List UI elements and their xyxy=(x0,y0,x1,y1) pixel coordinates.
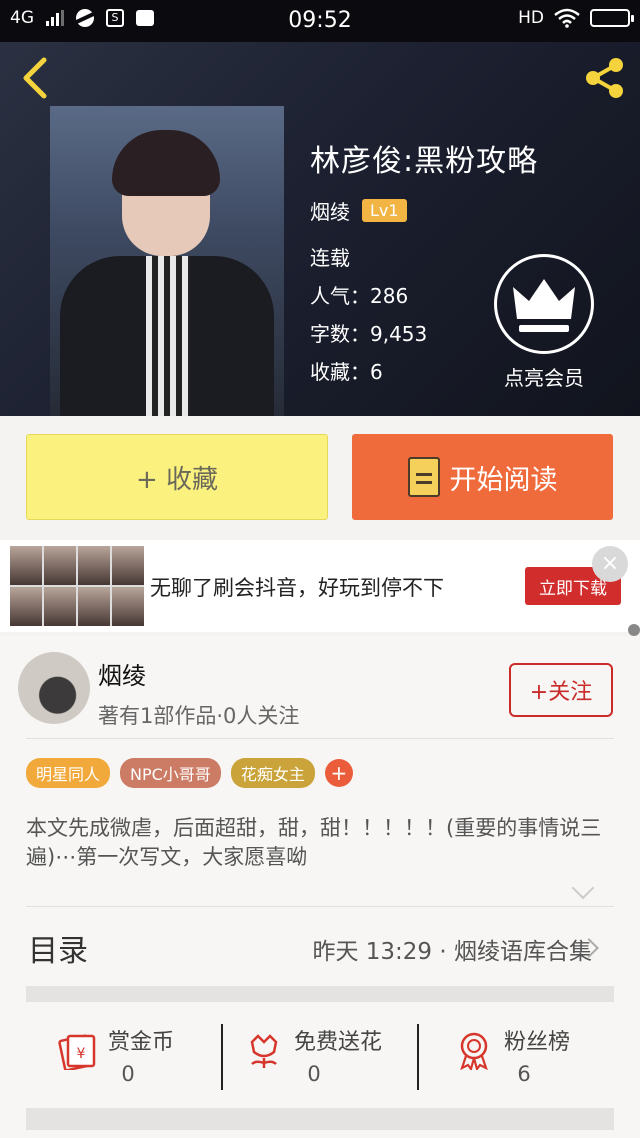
section-spacer xyxy=(26,986,614,1002)
author-line: 烟绫 Lv1 xyxy=(310,196,407,225)
cover-hair xyxy=(112,130,220,196)
book-description: 本文先成微虐，后面超甜，甜，甜！！！！！(重要的事情说三遍)⋯第一次写文，大家愿… xyxy=(26,816,602,869)
crown-icon xyxy=(513,279,575,332)
book-header: 林彦俊:黑粉攻略 烟绫 Lv1 连载 人气：286 字数：9,453 收藏：6 … xyxy=(0,42,640,416)
vip-label[interactable]: 点亮会员 xyxy=(482,362,606,391)
book-details: 烟绫 著有1部作品·0人关注 +关注 明星同人 NPC小哥哥 花痴女主 + 本文… xyxy=(0,636,640,1138)
toc-label[interactable]: 目录 xyxy=(28,926,88,970)
ad-banner[interactable]: 无聊了刷会抖音，好玩到停不下 立即下载 xyxy=(0,540,640,632)
start-reading-label: 开始阅读 xyxy=(449,464,558,496)
status-bar: 4G S 09:52 HD xyxy=(0,0,640,42)
word-count-stat: 字数：9,453 xyxy=(310,322,428,346)
book-icon xyxy=(407,457,440,497)
ad-thumbnail xyxy=(10,546,144,626)
vip-button[interactable] xyxy=(494,254,594,354)
add-tag-icon[interactable]: + xyxy=(324,759,353,787)
serial-status: 连载 xyxy=(310,246,350,270)
fan-ranking-value: 6 xyxy=(517,1062,531,1086)
favorite-button[interactable]: + 收藏 xyxy=(26,434,328,520)
reward-coins-value: 0 xyxy=(121,1062,135,1086)
start-reading-button[interactable]: 开始阅读 xyxy=(352,434,613,520)
reward-coins-label: 赏金币 xyxy=(108,1030,175,1055)
svg-text:¥: ¥ xyxy=(77,1046,86,1062)
divider xyxy=(221,1024,223,1090)
status-right: HD xyxy=(518,8,634,28)
divider xyxy=(417,1024,419,1090)
share-icon xyxy=(586,58,623,98)
ad-text: 无聊了刷会抖音，好玩到停不下 xyxy=(150,576,444,600)
popularity-stat: 人气：286 xyxy=(310,284,409,308)
send-flower-item[interactable]: 免费送花 0 xyxy=(244,1024,444,1094)
book-cover[interactable] xyxy=(50,106,284,416)
tag-item[interactable]: 明星同人 xyxy=(26,758,111,788)
wifi-icon xyxy=(554,8,580,28)
hd-indicator: HD xyxy=(518,8,544,28)
send-flower-value: 0 xyxy=(307,1062,321,1086)
cover-shirt xyxy=(146,256,190,416)
card-author-name[interactable]: 烟绫 xyxy=(98,656,146,691)
tag-item[interactable]: NPC小哥哥 xyxy=(120,758,221,788)
tag-item[interactable]: 花痴女主 xyxy=(230,758,315,788)
tag-list: 明星同人 NPC小哥哥 花痴女主 + xyxy=(26,758,353,788)
author-name[interactable]: 烟绫 xyxy=(310,196,350,225)
reward-coins-item[interactable]: ¥ 赏金币 0 xyxy=(58,1024,258,1094)
fan-ranking-label: 粉丝榜 xyxy=(504,1030,571,1055)
author-stats: 著有1部作品·0人关注 xyxy=(98,704,300,728)
fan-ranking-item[interactable]: 粉丝榜 6 xyxy=(454,1024,640,1094)
divider xyxy=(26,906,614,907)
send-flower-label: 免费送花 xyxy=(294,1030,383,1055)
level-badge: Lv1 xyxy=(362,199,407,222)
chevron-down-icon[interactable] xyxy=(571,876,595,900)
back-button[interactable] xyxy=(16,56,56,100)
avatar[interactable] xyxy=(18,652,90,724)
divider xyxy=(26,738,614,739)
share-button[interactable] xyxy=(582,56,628,100)
follow-button[interactable]: +关注 xyxy=(509,663,613,717)
section-spacer xyxy=(26,1108,614,1130)
ad-close-icon[interactable]: × xyxy=(592,546,628,582)
battery-icon xyxy=(590,9,634,27)
book-title: 林彦俊:黑粉攻略 xyxy=(310,144,539,179)
ad-info-icon xyxy=(628,624,640,636)
chevron-left-icon xyxy=(23,57,47,99)
toc-latest-chapter[interactable]: 昨天 13:29 · 烟绫语库合集 xyxy=(312,932,592,966)
favorites-stat: 收藏：6 xyxy=(310,360,383,384)
